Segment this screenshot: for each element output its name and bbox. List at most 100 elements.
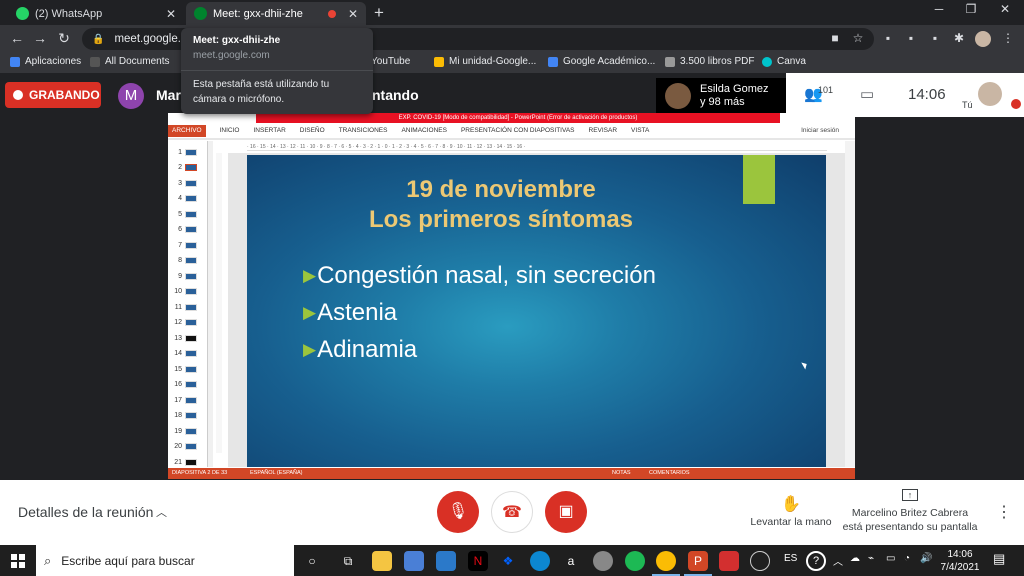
app-icon[interactable] [593, 551, 613, 571]
participant-name: Esilda Gomez [700, 83, 769, 95]
slide-thumbnail[interactable]: 6 [170, 223, 206, 237]
forward-icon[interactable]: → [31, 30, 49, 46]
taskbar-search-box[interactable]: ⌕ Escribe aquí para buscar [36, 545, 294, 576]
help-icon[interactable]: ? [806, 551, 826, 571]
self-avatar[interactable] [978, 82, 1002, 106]
bullet-arrow-icon: ▶ [303, 266, 317, 285]
leave-call-button[interactable]: ☎ [491, 491, 533, 533]
extension-icon[interactable]: ▪ [927, 31, 943, 47]
slide-thumbnail[interactable]: 13 [170, 331, 206, 345]
clock-date: 7/4/2021 [940, 562, 980, 573]
slide-thumbnail[interactable]: 5 [170, 207, 206, 221]
language-indicator[interactable]: ES [784, 553, 797, 564]
spotify-icon[interactable] [625, 551, 645, 571]
slide-thumbnail[interactable]: 20 [170, 440, 206, 454]
chevron-up-icon[interactable]: ︿ [833, 553, 843, 568]
minimize-icon[interactable]: ─ [924, 2, 954, 16]
bookmark-drive[interactable]: Mi unidad-Google... [434, 56, 536, 67]
slide-thumbnail[interactable]: 10 [170, 285, 206, 299]
star-icon[interactable]: ☆ [850, 31, 866, 47]
bookmark-canva[interactable]: Canva [762, 56, 806, 67]
slide-thumbnail-image [185, 226, 197, 233]
slide-thumbnail[interactable]: 15 [170, 362, 206, 376]
tab-whatsapp[interactable]: (2) WhatsApp ✕ [8, 2, 184, 25]
obs-icon[interactable] [750, 551, 770, 571]
reload-icon[interactable]: ↻ [55, 30, 73, 47]
more-options-icon[interactable]: ⋮ [996, 502, 1012, 522]
camera-icon[interactable]: ■ [827, 31, 843, 47]
slide-thumbnail[interactable]: 8 [170, 254, 206, 268]
network-icon[interactable]: ☁ [850, 553, 860, 564]
task-view-icon[interactable]: ⧉ [338, 551, 358, 571]
mic-off-button[interactable]: 🎙 [437, 491, 479, 533]
tab-meet[interactable]: Meet: gxx-dhii-zhe ✕ [186, 2, 366, 25]
slide-number: 6 [178, 226, 182, 233]
tab-title: (2) WhatsApp [35, 7, 103, 20]
back-icon[interactable]: ← [8, 30, 26, 46]
file-explorer-icon[interactable] [372, 551, 392, 571]
cortana-icon[interactable]: ○ [302, 551, 322, 571]
slide-thumbnail[interactable]: 19 [170, 424, 206, 438]
close-window-icon[interactable]: ✕ [990, 2, 1020, 16]
chat-icon[interactable]: ▭ [860, 85, 874, 103]
chevron-up-icon[interactable]: ︿ [156, 504, 167, 520]
bookmark-apps[interactable]: Aplicaciones [10, 56, 81, 67]
close-tab-icon[interactable]: ✕ [166, 7, 176, 21]
battery-icon[interactable]: ▭ [886, 553, 895, 564]
close-tab-icon[interactable]: ✕ [348, 7, 358, 21]
slide-thumbnail[interactable]: 2 [170, 161, 206, 175]
dropbox-icon[interactable]: ❖ [498, 551, 518, 571]
store-icon[interactable] [404, 551, 424, 571]
netflix-icon[interactable]: N [468, 551, 488, 571]
wifi-icon[interactable]: ⌁ [868, 553, 874, 564]
ribbon-tab-animaciones: ANIMACIONES [401, 127, 447, 134]
slide-thumbnail[interactable]: 21 [170, 455, 206, 469]
edge-icon[interactable] [530, 551, 550, 571]
profile-avatar[interactable] [975, 31, 991, 47]
bookmark-all-documents[interactable]: All Documents [90, 56, 169, 67]
bookmark-youtube[interactable]: YouTube [371, 56, 410, 67]
slide-thumbnail[interactable]: 9 [170, 269, 206, 283]
new-tab-button[interactable]: + [374, 3, 384, 23]
slide-thumbnail[interactable]: 12 [170, 316, 206, 330]
maximize-icon[interactable]: ❐ [956, 2, 986, 16]
slide-thumbnail[interactable]: 17 [170, 393, 206, 407]
slide-thumbnail-image [185, 350, 197, 357]
slide-thumbnail[interactable]: 11 [170, 300, 206, 314]
volume-icon[interactable]: 🔊 [920, 553, 932, 564]
wifi-icon[interactable]: ◔ [904, 553, 910, 564]
meeting-details-button[interactable]: Detalles de la reunión [18, 504, 153, 520]
notifications-icon[interactable]: ▤ [993, 551, 1005, 567]
presenting-indicator[interactable]: ↑ Marcelino Britez Cabrera está presenta… [842, 489, 978, 534]
puzzle-icon[interactable]: ✱ [951, 31, 967, 47]
ppt-window-title: EXP. COVID-19 [Modo de compatibilidad] -… [256, 113, 780, 123]
raise-hand-button[interactable]: ✋ Levantar la mano [750, 494, 832, 528]
slide-title-line: Los primeros síntomas [368, 206, 634, 233]
slide-thumbnail[interactable]: 1 [170, 145, 206, 159]
slide-number: 20 [174, 443, 182, 450]
slide-number: 7 [178, 241, 182, 249]
slide-thumbnail-image [185, 257, 197, 264]
bookmark-scholar[interactable]: Google Académico... [548, 56, 655, 67]
slide-thumbnail[interactable]: 18 [170, 409, 206, 423]
menu-icon[interactable]: ⋮ [1000, 31, 1016, 47]
amazon-icon[interactable]: a [561, 551, 581, 571]
slide-thumbnail[interactable]: 3 [170, 176, 206, 190]
slide-number: 2 [178, 164, 182, 171]
slide-thumbnail[interactable]: 16 [170, 378, 206, 392]
extension-icon[interactable]: ▪ [880, 31, 896, 47]
slide-bullet: ▶Adinamia [303, 332, 656, 369]
bookmark-pdf[interactable]: 3.500 libros PDF [665, 56, 754, 67]
extension-icon[interactable]: ▪ [903, 31, 919, 47]
taskbar-clock[interactable]: 14:06 7/4/2021 [938, 548, 982, 574]
slide-thumbnail[interactable]: 14 [170, 347, 206, 361]
powerpoint-icon[interactable]: P [688, 551, 708, 571]
windows-start-icon[interactable] [11, 554, 25, 568]
camera-off-button[interactable]: ▣ [545, 491, 587, 533]
mail-icon[interactable] [436, 551, 456, 571]
participant-tile[interactable]: Esilda Gomez y 98 más [656, 78, 786, 114]
acrobat-icon[interactable] [719, 551, 739, 571]
slide-thumbnail[interactable]: 4 [170, 192, 206, 206]
chrome-icon[interactable] [656, 551, 676, 571]
slide-thumbnail[interactable]: 7 [170, 238, 206, 252]
